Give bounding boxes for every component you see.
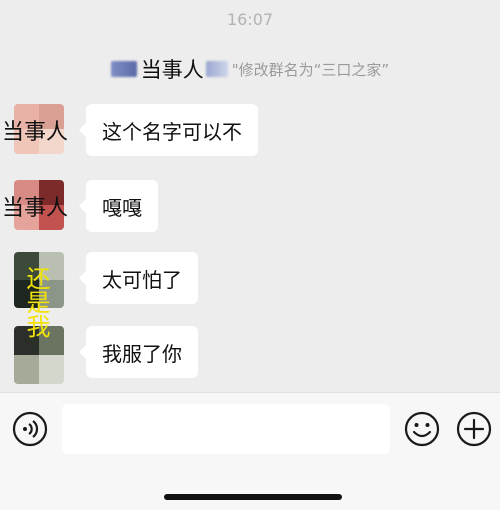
message-row: 太可怕了 bbox=[14, 252, 500, 312]
message-timestamp: 16:07 bbox=[226, 10, 274, 29]
system-message-text: "修改群名为“三口之家” bbox=[231, 60, 390, 79]
sender-label: 当事人 bbox=[2, 120, 69, 145]
blurred-name bbox=[205, 61, 228, 77]
message-bubble[interactable]: 这个名字可以不 bbox=[79, 104, 258, 156]
voice-icon bbox=[12, 411, 48, 447]
emoji-icon bbox=[404, 411, 440, 447]
message-bubble[interactable]: 太可怕了 bbox=[79, 252, 198, 304]
blurred-name bbox=[110, 61, 137, 77]
message-row: 当事人 嘎嘎 bbox=[2, 180, 500, 240]
system-message: 当事人 "修改群名为“三口之家” bbox=[0, 54, 500, 84]
plus-icon bbox=[456, 411, 492, 447]
input-bar bbox=[0, 392, 500, 510]
message-row: 我服了你 bbox=[14, 326, 500, 386]
home-indicator bbox=[164, 494, 342, 500]
message-input[interactable] bbox=[62, 404, 390, 454]
sender-label-vertical: 还是我 bbox=[22, 266, 50, 338]
plus-button[interactable] bbox=[456, 411, 492, 447]
message-bubble[interactable]: 嘎嘎 bbox=[79, 180, 158, 232]
emoji-button[interactable] bbox=[404, 411, 440, 447]
sender-label: 当事人 bbox=[2, 196, 69, 221]
message-row: 当事人 这个名字可以不 bbox=[2, 104, 500, 164]
voice-button[interactable] bbox=[12, 411, 48, 447]
sender-name-overlay: 当事人 bbox=[140, 58, 204, 82]
message-bubble[interactable]: 我服了你 bbox=[79, 326, 198, 378]
